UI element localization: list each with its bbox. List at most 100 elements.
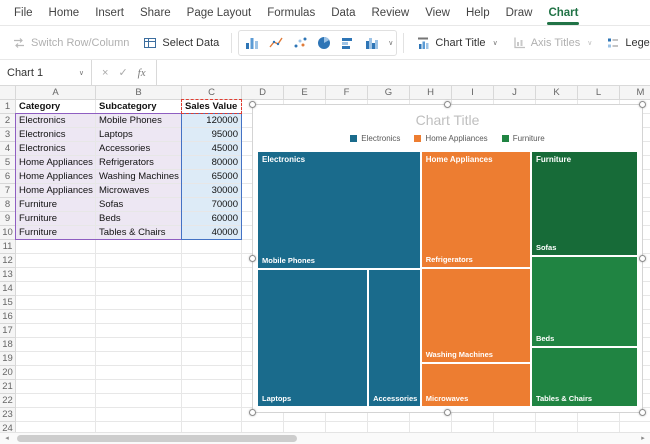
chart-resize-handle[interactable] [639, 101, 646, 108]
horizontal-scrollbar[interactable]: ◂ ▸ [0, 432, 650, 444]
cell-c11[interactable] [182, 240, 242, 254]
cell-a7[interactable]: Home Appliances [16, 184, 96, 198]
row-header-13[interactable]: 13 [0, 268, 16, 282]
cell-c4[interactable]: 45000 [182, 142, 242, 156]
menu-item-draw[interactable]: Draw [498, 2, 541, 25]
row-header-22[interactable]: 22 [0, 394, 16, 408]
cell-a23[interactable] [16, 408, 96, 422]
row-header-4[interactable]: 4 [0, 142, 16, 156]
chart-resize-handle[interactable] [249, 254, 256, 262]
column-chart-icon[interactable] [242, 33, 262, 53]
row-header-9[interactable]: 9 [0, 212, 16, 226]
row-header-18[interactable]: 18 [0, 338, 16, 352]
menu-item-home[interactable]: Home [41, 2, 88, 25]
menu-item-share[interactable]: Share [132, 2, 179, 25]
row-header-17[interactable]: 17 [0, 324, 16, 338]
cell-b15[interactable] [96, 296, 182, 310]
cell-b10[interactable]: Tables & Chairs [96, 226, 182, 240]
cell-c17[interactable] [182, 324, 242, 338]
insert-function-icon[interactable]: fx [138, 67, 146, 79]
row-header-12[interactable]: 12 [0, 254, 16, 268]
menu-item-chart[interactable]: Chart [540, 2, 586, 25]
column-header-i[interactable]: I [452, 86, 494, 100]
scroll-thumb[interactable] [17, 435, 297, 442]
row-header-15[interactable]: 15 [0, 296, 16, 310]
chart-resize-handle[interactable] [249, 409, 256, 416]
treemap-rect-refrigerators[interactable]: Home Appliances Refrigerators [420, 151, 531, 269]
histogram-chart-icon[interactable] [362, 33, 382, 53]
cell-c12[interactable] [182, 254, 242, 268]
row-header-5[interactable]: 5 [0, 156, 16, 170]
cell-b6[interactable]: Washing Machines [96, 170, 182, 184]
cell-a13[interactable] [16, 268, 96, 282]
cell-b20[interactable] [96, 366, 182, 380]
treemap-rect-microwaves[interactable]: Microwaves [420, 363, 531, 407]
legend-item-home-appliances[interactable]: Home Appliances [414, 134, 488, 143]
cell-b14[interactable] [96, 282, 182, 296]
cell-a22[interactable] [16, 394, 96, 408]
chart-resize-handle[interactable] [443, 409, 451, 416]
chart-resize-handle[interactable] [443, 101, 451, 108]
row-header-6[interactable]: 6 [0, 170, 16, 184]
name-box[interactable]: Chart 1 ∨ [0, 60, 92, 85]
treemap-rect-sofas[interactable]: Furniture Sofas [530, 151, 638, 257]
row-header-11[interactable]: 11 [0, 240, 16, 254]
cell-a20[interactable] [16, 366, 96, 380]
cell-b23[interactable] [96, 408, 182, 422]
cell-c21[interactable] [182, 380, 242, 394]
column-header-k[interactable]: K [536, 86, 578, 100]
row-header-16[interactable]: 16 [0, 310, 16, 324]
menu-item-view[interactable]: View [417, 2, 458, 25]
row-header-8[interactable]: 8 [0, 198, 16, 212]
cell-c13[interactable] [182, 268, 242, 282]
cell-c20[interactable] [182, 366, 242, 380]
cell-b11[interactable] [96, 240, 182, 254]
cell-b8[interactable]: Sofas [96, 198, 182, 212]
cell-b1[interactable]: Subcategory [96, 100, 182, 114]
cell-c19[interactable] [182, 352, 242, 366]
cell-c16[interactable] [182, 310, 242, 324]
treemap-rect-accessories[interactable]: Accessories [368, 269, 421, 407]
cell-a6[interactable]: Home Appliances [16, 170, 96, 184]
cell-a5[interactable]: Home Appliances [16, 156, 96, 170]
bar-chart-icon[interactable] [338, 33, 358, 53]
confirm-icon[interactable]: ✓ [118, 66, 127, 79]
cell-a10[interactable]: Furniture [16, 226, 96, 240]
cell-c3[interactable]: 95000 [182, 128, 242, 142]
cell-c10[interactable]: 40000 [182, 226, 242, 240]
pie-chart-icon[interactable] [314, 33, 334, 53]
cell-a18[interactable] [16, 338, 96, 352]
cell-c2[interactable]: 120000 [182, 114, 242, 128]
chart-resize-handle[interactable] [639, 254, 646, 262]
column-header-b[interactable]: B [96, 86, 182, 100]
menu-item-review[interactable]: Review [364, 2, 418, 25]
treemap-rect-beds[interactable]: Beds [530, 256, 638, 347]
treemap-rect-laptops[interactable]: Laptops [257, 269, 369, 407]
line-chart-icon[interactable] [266, 33, 286, 53]
chart-type-dropdown-chevron[interactable]: ∨ [388, 39, 393, 47]
row-header-1[interactable]: 1 [0, 100, 16, 114]
chart-resize-handle[interactable] [249, 101, 256, 108]
select-data-button[interactable]: Select Data [137, 31, 225, 55]
cell-c1[interactable]: Sales Value [182, 100, 242, 114]
cell-b12[interactable] [96, 254, 182, 268]
treemap-rect-mobile-phones[interactable]: Electronics Mobile Phones [257, 151, 421, 270]
column-header-l[interactable]: L [578, 86, 620, 100]
menu-item-help[interactable]: Help [458, 2, 498, 25]
cell-a8[interactable]: Furniture [16, 198, 96, 212]
column-header-a[interactable]: A [16, 86, 96, 100]
scroll-right-icon[interactable]: ▸ [636, 433, 650, 444]
formula-input[interactable] [157, 60, 650, 85]
cell-b22[interactable] [96, 394, 182, 408]
axis-titles-button[interactable]: Axis Titles ∨ [506, 31, 599, 55]
column-header-m[interactable]: M [620, 86, 650, 100]
column-header-g[interactable]: G [368, 86, 410, 100]
cell-b2[interactable]: Mobile Phones [96, 114, 182, 128]
cell-b5[interactable]: Refrigerators [96, 156, 182, 170]
cell-b16[interactable] [96, 310, 182, 324]
column-header-d[interactable]: D [242, 86, 284, 100]
cancel-icon[interactable]: × [102, 67, 108, 79]
column-header-f[interactable]: F [326, 86, 368, 100]
cell-a2[interactable]: Electronics [16, 114, 96, 128]
cell-a14[interactable] [16, 282, 96, 296]
